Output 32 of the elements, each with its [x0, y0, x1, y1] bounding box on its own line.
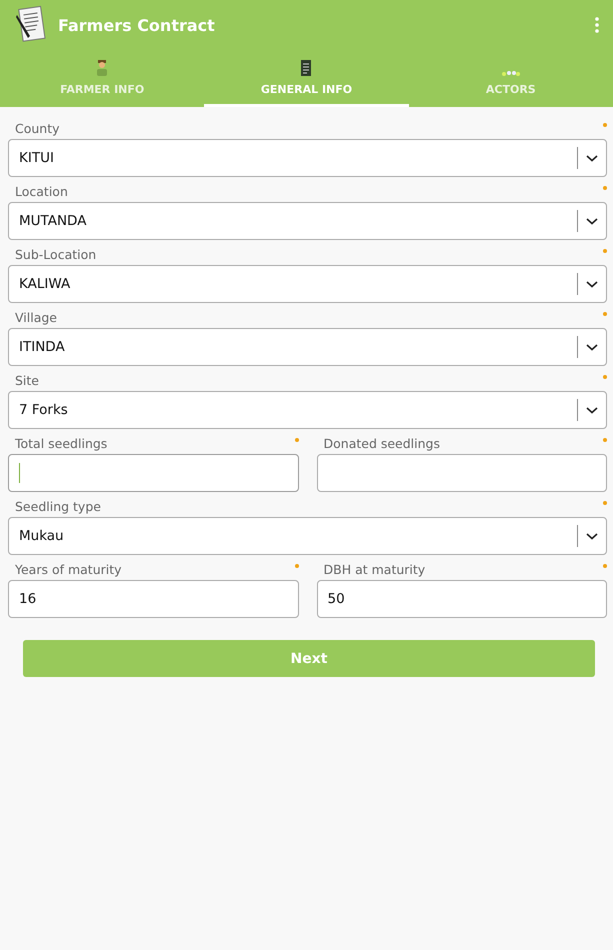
input-field[interactable]: 50 — [316, 580, 607, 618]
app-title: Farmers Contract — [58, 16, 216, 34]
document-icon — [300, 59, 312, 77]
field-label: Sub-Location — [15, 247, 96, 262]
chevron-down-icon — [586, 532, 598, 540]
more-options-icon[interactable] — [595, 17, 599, 33]
chevron-down-icon — [586, 154, 598, 162]
dropdown[interactable]: ITINDA — [8, 328, 607, 366]
chevron-down-icon — [586, 344, 598, 350]
chevron-down-icon — [586, 406, 598, 414]
chevron-down-icon — [586, 218, 598, 224]
field-label: DBH at maturity — [324, 562, 426, 577]
field-label: Donated seedlings — [324, 436, 440, 451]
dropdown[interactable]: Mukau — [8, 517, 607, 555]
field-label: Total seedlings — [15, 436, 108, 451]
field-label: Village — [15, 310, 57, 325]
input-field[interactable] — [316, 454, 607, 492]
document-pen-icon — [14, 5, 48, 45]
dropdown[interactable]: MUTANDA — [8, 202, 607, 240]
dropdown[interactable]: KITUI — [8, 139, 607, 177]
field-label: Location — [15, 184, 68, 199]
field-label: Years of maturity — [15, 562, 122, 577]
field-label: County — [15, 121, 60, 136]
field-label: Site — [15, 373, 39, 388]
dropdown[interactable]: KALIWA — [8, 265, 607, 303]
input-field[interactable]: 16 — [8, 580, 298, 618]
dropdown[interactable]: 7 Forks — [8, 391, 607, 429]
people-group-icon — [500, 69, 521, 77]
chevron-down-icon — [586, 280, 598, 288]
farmer-icon — [95, 59, 110, 77]
input-field[interactable] — [8, 454, 298, 492]
field-label: Seedling type — [15, 499, 101, 514]
